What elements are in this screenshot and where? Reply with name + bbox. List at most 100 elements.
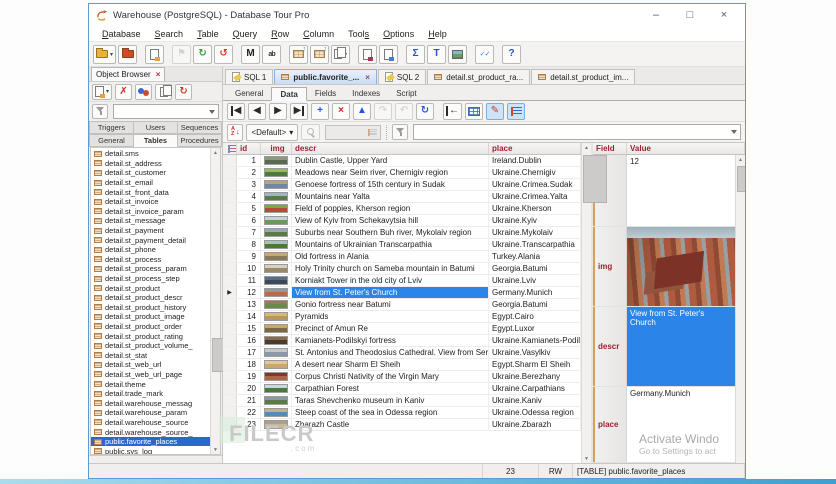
doc-tab[interactable]: SQL 1 [225, 69, 274, 84]
menu-item-row[interactable]: Row [264, 29, 296, 39]
detail-row-img[interactable]: img [593, 227, 735, 307]
scroll-down-icon[interactable]: ▼ [582, 454, 591, 463]
sidebar-table-item[interactable]: detail.trade_mark [91, 389, 210, 399]
sidebar-table-item[interactable]: detail.st_invoice [91, 197, 210, 207]
sidebar-table-item[interactable]: detail.st_phone [91, 245, 210, 255]
column-header-img[interactable]: img [261, 143, 292, 154]
delete-object-button[interactable]: ✗ [115, 83, 133, 100]
doc-tab[interactable]: detail.st_product_im... [531, 69, 636, 84]
tab-sequences[interactable]: Sequences [178, 121, 222, 134]
object-filter-button[interactable] [92, 104, 108, 119]
table-row[interactable]: 2 Meadows near Seim river, Chernigiv regi… [223, 167, 581, 179]
sidebar-table-item[interactable]: detail.st_product_rating [91, 331, 210, 341]
sidebar-table-item[interactable]: detail.st_process [91, 255, 210, 265]
open-table-button[interactable]: ▾ [93, 44, 117, 64]
object-browser-tab[interactable]: Object Browser × [91, 67, 166, 81]
table-row[interactable]: 13 Gonio fortress near Batumi Georgia.Batu… [223, 299, 581, 311]
export-table-button[interactable]: ↑ [310, 44, 330, 64]
filter-combo[interactable] [413, 124, 741, 140]
object-filter-combo[interactable] [113, 104, 219, 119]
scroll-up-icon[interactable]: ▲ [582, 143, 591, 152]
filter-button[interactable] [392, 124, 409, 140]
tab-fields[interactable]: Fields [307, 86, 344, 100]
table-list-scrollbar[interactable]: ▲ ▼ [210, 148, 236, 454]
table-row[interactable]: 20 Carpathian Forest Ukraine.Carpathians [223, 383, 581, 395]
copy-table-button[interactable]: ▾ [331, 44, 351, 64]
grid-scrollbar[interactable]: ▲ ▼ [581, 143, 607, 463]
scroll-up-icon[interactable]: ▲ [736, 155, 745, 164]
refresh-objects-button[interactable]: ↻ [175, 83, 193, 100]
sidebar-table-item[interactable]: detail.st_web_url_page [91, 370, 210, 380]
export-image-button[interactable] [448, 44, 468, 64]
tab-general[interactable]: General [227, 86, 271, 100]
insert-record-button[interactable]: + [311, 102, 329, 120]
column-header-id[interactable]: id [237, 143, 261, 154]
find-button[interactable]: M [241, 44, 261, 64]
sidebar-table-item[interactable]: detail.st_web_url [91, 360, 210, 370]
aggregate-panel-button[interactable] [507, 102, 525, 120]
tab-general[interactable]: General [89, 134, 134, 147]
table-row[interactable]: 17 St. Antonius and Theodosius Cathedral.… [223, 347, 581, 359]
detail-scrollbar[interactable]: ▲ [735, 155, 745, 463]
refresh-connection-button[interactable]: ↻ [193, 44, 213, 64]
sidebar-table-item[interactable]: detail.st_customer [91, 168, 210, 178]
sidebar-table-item[interactable]: detail.st_stat [91, 350, 210, 360]
table-row[interactable]: 11 Korniakt Tower in the old city of Lviv… [223, 275, 581, 287]
tab-users[interactable]: Users [134, 121, 178, 134]
minimize-button[interactable]: – [639, 5, 673, 25]
sort-order-dropdown[interactable]: <Default> ▾ [246, 123, 299, 141]
sidebar-table-item[interactable]: detail.st_product_history [91, 303, 210, 313]
menu-item-search[interactable]: Search [148, 29, 191, 39]
copy-object-button[interactable] [155, 83, 173, 100]
table-row[interactable]: 8 Mountains of Ukrainian Transcarpathia Uk… [223, 239, 581, 251]
maximize-button[interactable]: □ [673, 5, 707, 25]
sidebar-table-item[interactable]: detail.warehouse_source [91, 418, 210, 428]
sort-button[interactable]: AZ ↓ [227, 123, 244, 141]
next-record-button[interactable]: ▶ [269, 102, 287, 120]
sidebar-table-item[interactable]: detail.st_payment [91, 226, 210, 236]
detail-row-id[interactable]: id12 [593, 155, 735, 227]
sidebar-table-item[interactable]: detail.warehouse_source_ [91, 427, 210, 437]
report-button[interactable] [358, 44, 378, 64]
scroll-thumb[interactable] [737, 166, 745, 192]
grid-view-button[interactable] [465, 102, 483, 120]
sidebar-table-item[interactable]: detail.st_payment_detail [91, 235, 210, 245]
column-header-descr[interactable]: descr [292, 143, 489, 154]
table-row[interactable]: 21 Taras Shevchenko museum in Kaniv Ukrain… [223, 395, 581, 407]
scroll-thumb[interactable] [583, 155, 607, 203]
table-row[interactable]: 16 Kamianets-Podilskyi fortress Ukraine.Ka… [223, 335, 581, 347]
sidebar-table-item[interactable]: detail.st_product_volume_ [91, 341, 210, 351]
import-table-button[interactable]: ↑ [289, 44, 309, 64]
object-browser-close-icon[interactable]: × [156, 70, 161, 79]
sidebar-table-item[interactable]: detail.st_product_descr [91, 293, 210, 303]
table-row[interactable]: 9 Old fortress in Alania Turkey.Alania [223, 251, 581, 263]
column-header-place[interactable]: place [489, 143, 581, 154]
table-row[interactable]: 3 Genoese fortress of 15th century in Sud… [223, 179, 581, 191]
tab-triggers[interactable]: Triggers [89, 121, 134, 134]
close-button[interactable]: × [707, 5, 741, 25]
post-edit-button[interactable]: ↷ [374, 102, 392, 120]
last-record-button[interactable]: ▶ [290, 102, 308, 120]
open-recent-button[interactable] [118, 44, 138, 64]
table-row[interactable]: 1 Dublin Castle, Upper Yard Ireland.Dublin [223, 155, 581, 167]
menu-item-help[interactable]: Help [421, 29, 454, 39]
sidebar-table-item[interactable]: detail.st_product [91, 283, 210, 293]
close-tab-icon[interactable]: × [365, 73, 370, 82]
sidebar-table-item[interactable]: detail.sms [91, 149, 210, 159]
undo-button[interactable]: ↺ [214, 44, 234, 64]
find-replace-button[interactable]: ab [262, 44, 282, 64]
sidebar-table-item[interactable]: public.favorite_places [91, 436, 210, 447]
table-row[interactable]: 15 Precinct of Amun Re Egypt.Luxor [223, 323, 581, 335]
sum-button[interactable]: Σ [406, 44, 426, 64]
menu-item-column[interactable]: Column [296, 29, 341, 39]
table-row[interactable]: 22 Steep coast of the sea in Odessa regio… [223, 407, 581, 419]
scroll-down-icon[interactable]: ▼ [211, 445, 220, 454]
edit-data-button[interactable] [145, 44, 165, 64]
menu-item-query[interactable]: Query [226, 29, 265, 39]
detail-row-descr[interactable]: descr View from St. Peter's Church [593, 307, 735, 387]
menu-item-table[interactable]: Table [190, 29, 226, 39]
refresh-data-button[interactable]: ↻ [416, 102, 434, 120]
sidebar-table-item[interactable]: detail.theme [91, 379, 210, 389]
delete-record-button[interactable]: × [332, 102, 350, 120]
sidebar-table-item[interactable]: detail.st_email [91, 178, 210, 188]
